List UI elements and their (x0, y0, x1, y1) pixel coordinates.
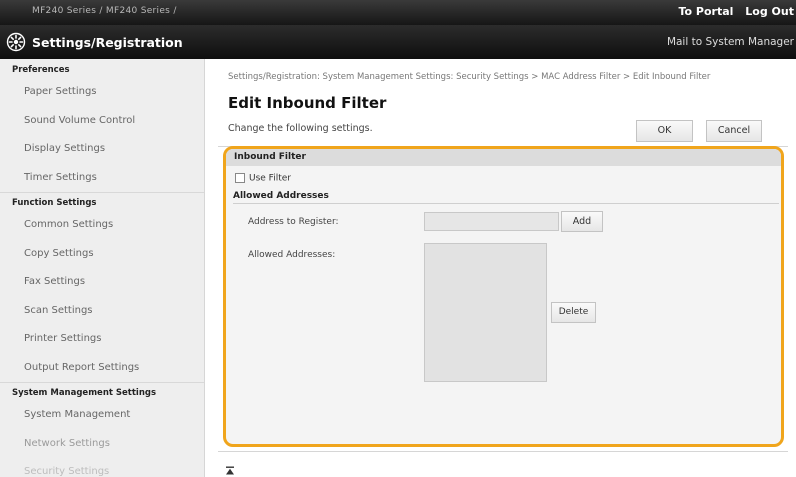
action-row: Change the following settings. OK Cancel (218, 114, 788, 147)
breadcrumb: Settings/Registration: System Management… (228, 72, 711, 82)
sidebar-item-output-report-settings[interactable]: Output Report Settings (0, 354, 204, 383)
delete-button[interactable]: Delete (551, 302, 596, 323)
sidebar-item-system-management[interactable]: System Management (0, 401, 204, 430)
scroll-to-top-icon[interactable] (225, 461, 235, 477)
sidebar-item-timer-settings[interactable]: Timer Settings (0, 164, 204, 193)
address-to-register-label: Address to Register: (248, 217, 339, 227)
top-bar: MF240 Series / MF240 Series / To Portal … (0, 0, 796, 25)
add-button[interactable]: Add (561, 211, 603, 232)
app-title: Settings/Registration (32, 35, 183, 50)
sidebar: Preferences Paper Settings Sound Volume … (0, 59, 205, 477)
sidebar-item-fax-settings[interactable]: Fax Settings (0, 268, 204, 297)
sidebar-item-display-settings[interactable]: Display Settings (0, 135, 204, 164)
use-filter-label: Use Filter (249, 173, 291, 184)
use-filter-checkbox[interactable] (235, 173, 245, 183)
sidebar-item-sound-volume-control[interactable]: Sound Volume Control (0, 107, 204, 136)
sidebar-item-network-settings[interactable]: Network Settings (0, 430, 204, 459)
device-name: MF240 Series / MF240 Series / (32, 6, 177, 16)
mail-to-system-manager-link[interactable]: Mail to System Manager (667, 36, 794, 48)
inbound-filter-heading: Inbound Filter (226, 149, 781, 166)
use-filter-row: Use Filter (235, 173, 291, 184)
sidebar-item-paper-settings[interactable]: Paper Settings (0, 78, 204, 107)
sidebar-section-system-management-settings: System Management Settings (0, 382, 204, 401)
main-content: Settings/Registration: System Management… (218, 59, 788, 477)
instruction-text: Change the following settings. (228, 123, 373, 134)
allowed-addresses-list[interactable] (424, 243, 547, 382)
log-out-link[interactable]: Log Out (745, 5, 794, 18)
cancel-button[interactable]: Cancel (706, 120, 762, 142)
to-portal-link[interactable]: To Portal (679, 5, 734, 18)
address-to-register-input[interactable] (424, 212, 559, 231)
allowed-addresses-label: Allowed Addresses: (248, 250, 336, 260)
settings-gear-icon (6, 32, 26, 56)
sidebar-item-printer-settings[interactable]: Printer Settings (0, 325, 204, 354)
page-title: Edit Inbound Filter (228, 94, 387, 112)
inbound-filter-panel: Inbound Filter Use Filter Allowed Addres… (223, 146, 784, 447)
sidebar-item-scan-settings[interactable]: Scan Settings (0, 297, 204, 326)
allowed-addresses-heading: Allowed Addresses (233, 191, 779, 204)
app-header: Settings/Registration Mail to System Man… (0, 25, 796, 59)
sidebar-item-copy-settings[interactable]: Copy Settings (0, 240, 204, 269)
footer-divider (218, 451, 788, 452)
sidebar-item-security-settings[interactable]: Security Settings (0, 458, 204, 477)
sidebar-section-function-settings: Function Settings (0, 192, 204, 211)
top-links: To Portal Log Out (671, 5, 795, 18)
sidebar-section-preferences: Preferences (12, 65, 70, 75)
sidebar-item-common-settings[interactable]: Common Settings (0, 211, 204, 240)
ok-button[interactable]: OK (636, 120, 693, 142)
